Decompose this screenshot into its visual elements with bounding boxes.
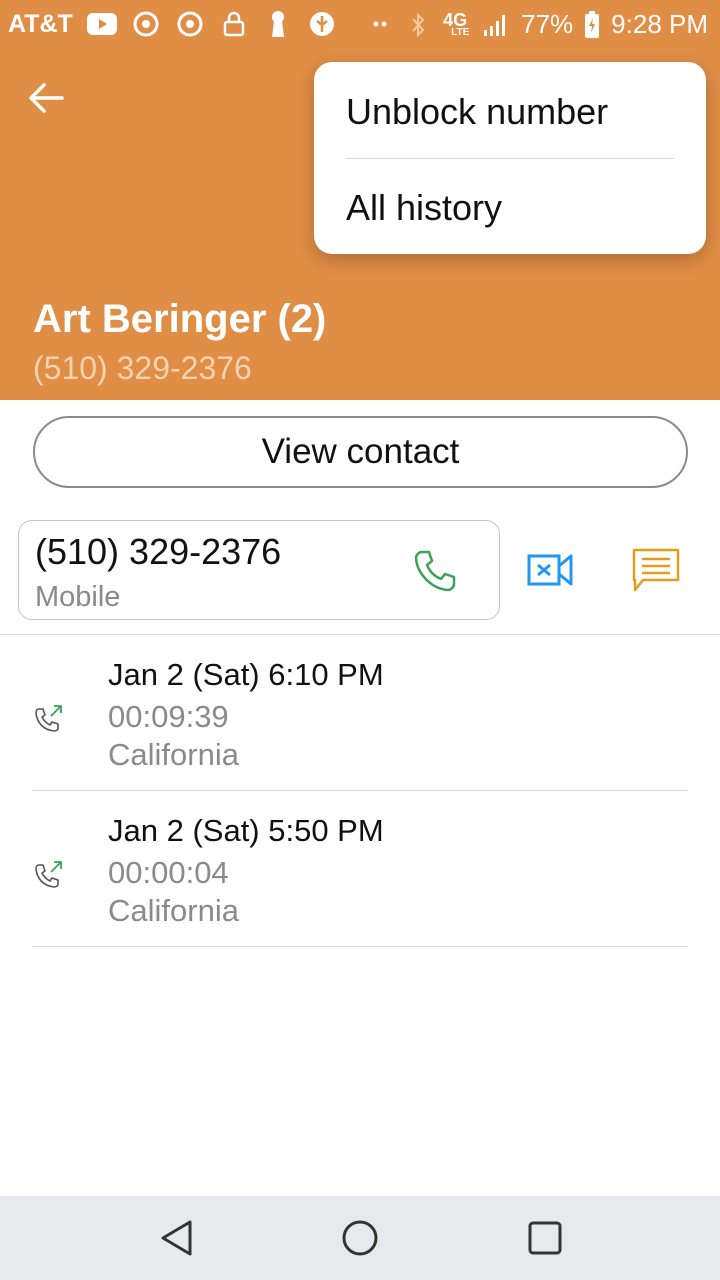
contact-number: (510) 329-2376 [33, 350, 252, 386]
call-history-item[interactable]: Jan 2 (Sat) 5:50 PM 00:00:04 California [0, 791, 720, 947]
menu-item-all-history[interactable]: All history [346, 160, 686, 256]
usb-icon [307, 9, 337, 39]
network-indicator: 4G LTE [443, 9, 470, 38]
video-call-icon [527, 554, 573, 586]
history-date: Jan 2 (Sat) 5:50 PM [108, 813, 384, 848]
phone-icon [414, 550, 456, 592]
history-duration: 00:09:39 [108, 699, 229, 734]
status-bar: AT&T 4G LTE 77% 9:28 PM [0, 0, 720, 50]
history-divider [32, 946, 688, 947]
signal-icon [481, 10, 511, 40]
navigation-bar [0, 1196, 720, 1280]
contact-name: Art Beringer (2) [33, 297, 327, 341]
lock-icon [219, 9, 249, 39]
phone-number-value: (510) 329-2376 [35, 531, 282, 572]
history-location: California [108, 737, 239, 772]
battery-percent: 77% [521, 9, 574, 39]
outgoing-call-icon [35, 861, 62, 888]
call-button[interactable] [407, 543, 463, 599]
menu-item-unblock-number[interactable]: Unblock number [346, 64, 686, 160]
nav-back-button[interactable] [152, 1214, 200, 1262]
circle-home-icon [342, 1220, 378, 1256]
message-button[interactable] [626, 540, 686, 600]
phone-number-type: Mobile [35, 581, 121, 613]
video-call-button[interactable] [520, 540, 580, 600]
back-arrow-icon [29, 83, 64, 113]
phone-number-card[interactable]: (510) 329-2376 Mobile [18, 520, 500, 620]
square-recents-icon [528, 1221, 562, 1255]
keyhole-icon [263, 9, 293, 39]
battery-charging-icon [583, 10, 601, 40]
clock: 9:28 PM [611, 9, 708, 39]
nav-home-button[interactable] [336, 1214, 384, 1262]
options-menu: Unblock number All history [314, 62, 706, 254]
menu-divider [346, 158, 674, 159]
history-date: Jan 2 (Sat) 6:10 PM [108, 657, 384, 692]
view-contact-button[interactable]: View contact [33, 416, 688, 488]
bluetooth-icon [403, 10, 433, 40]
chrome-icon [131, 9, 161, 39]
triangle-back-icon [161, 1220, 192, 1256]
more-dots-icon [365, 9, 395, 39]
back-button[interactable] [22, 74, 70, 122]
history-duration: 00:00:04 [108, 855, 229, 890]
youtube-icon [86, 9, 117, 39]
history-location: California [108, 893, 239, 928]
outgoing-call-icon [35, 705, 62, 732]
message-icon [632, 548, 680, 592]
call-history-item[interactable]: Jan 2 (Sat) 6:10 PM 00:09:39 California [0, 635, 720, 791]
carrier-label: AT&T [8, 9, 73, 38]
nav-recents-button[interactable] [521, 1214, 569, 1262]
chrome-icon [175, 9, 205, 39]
